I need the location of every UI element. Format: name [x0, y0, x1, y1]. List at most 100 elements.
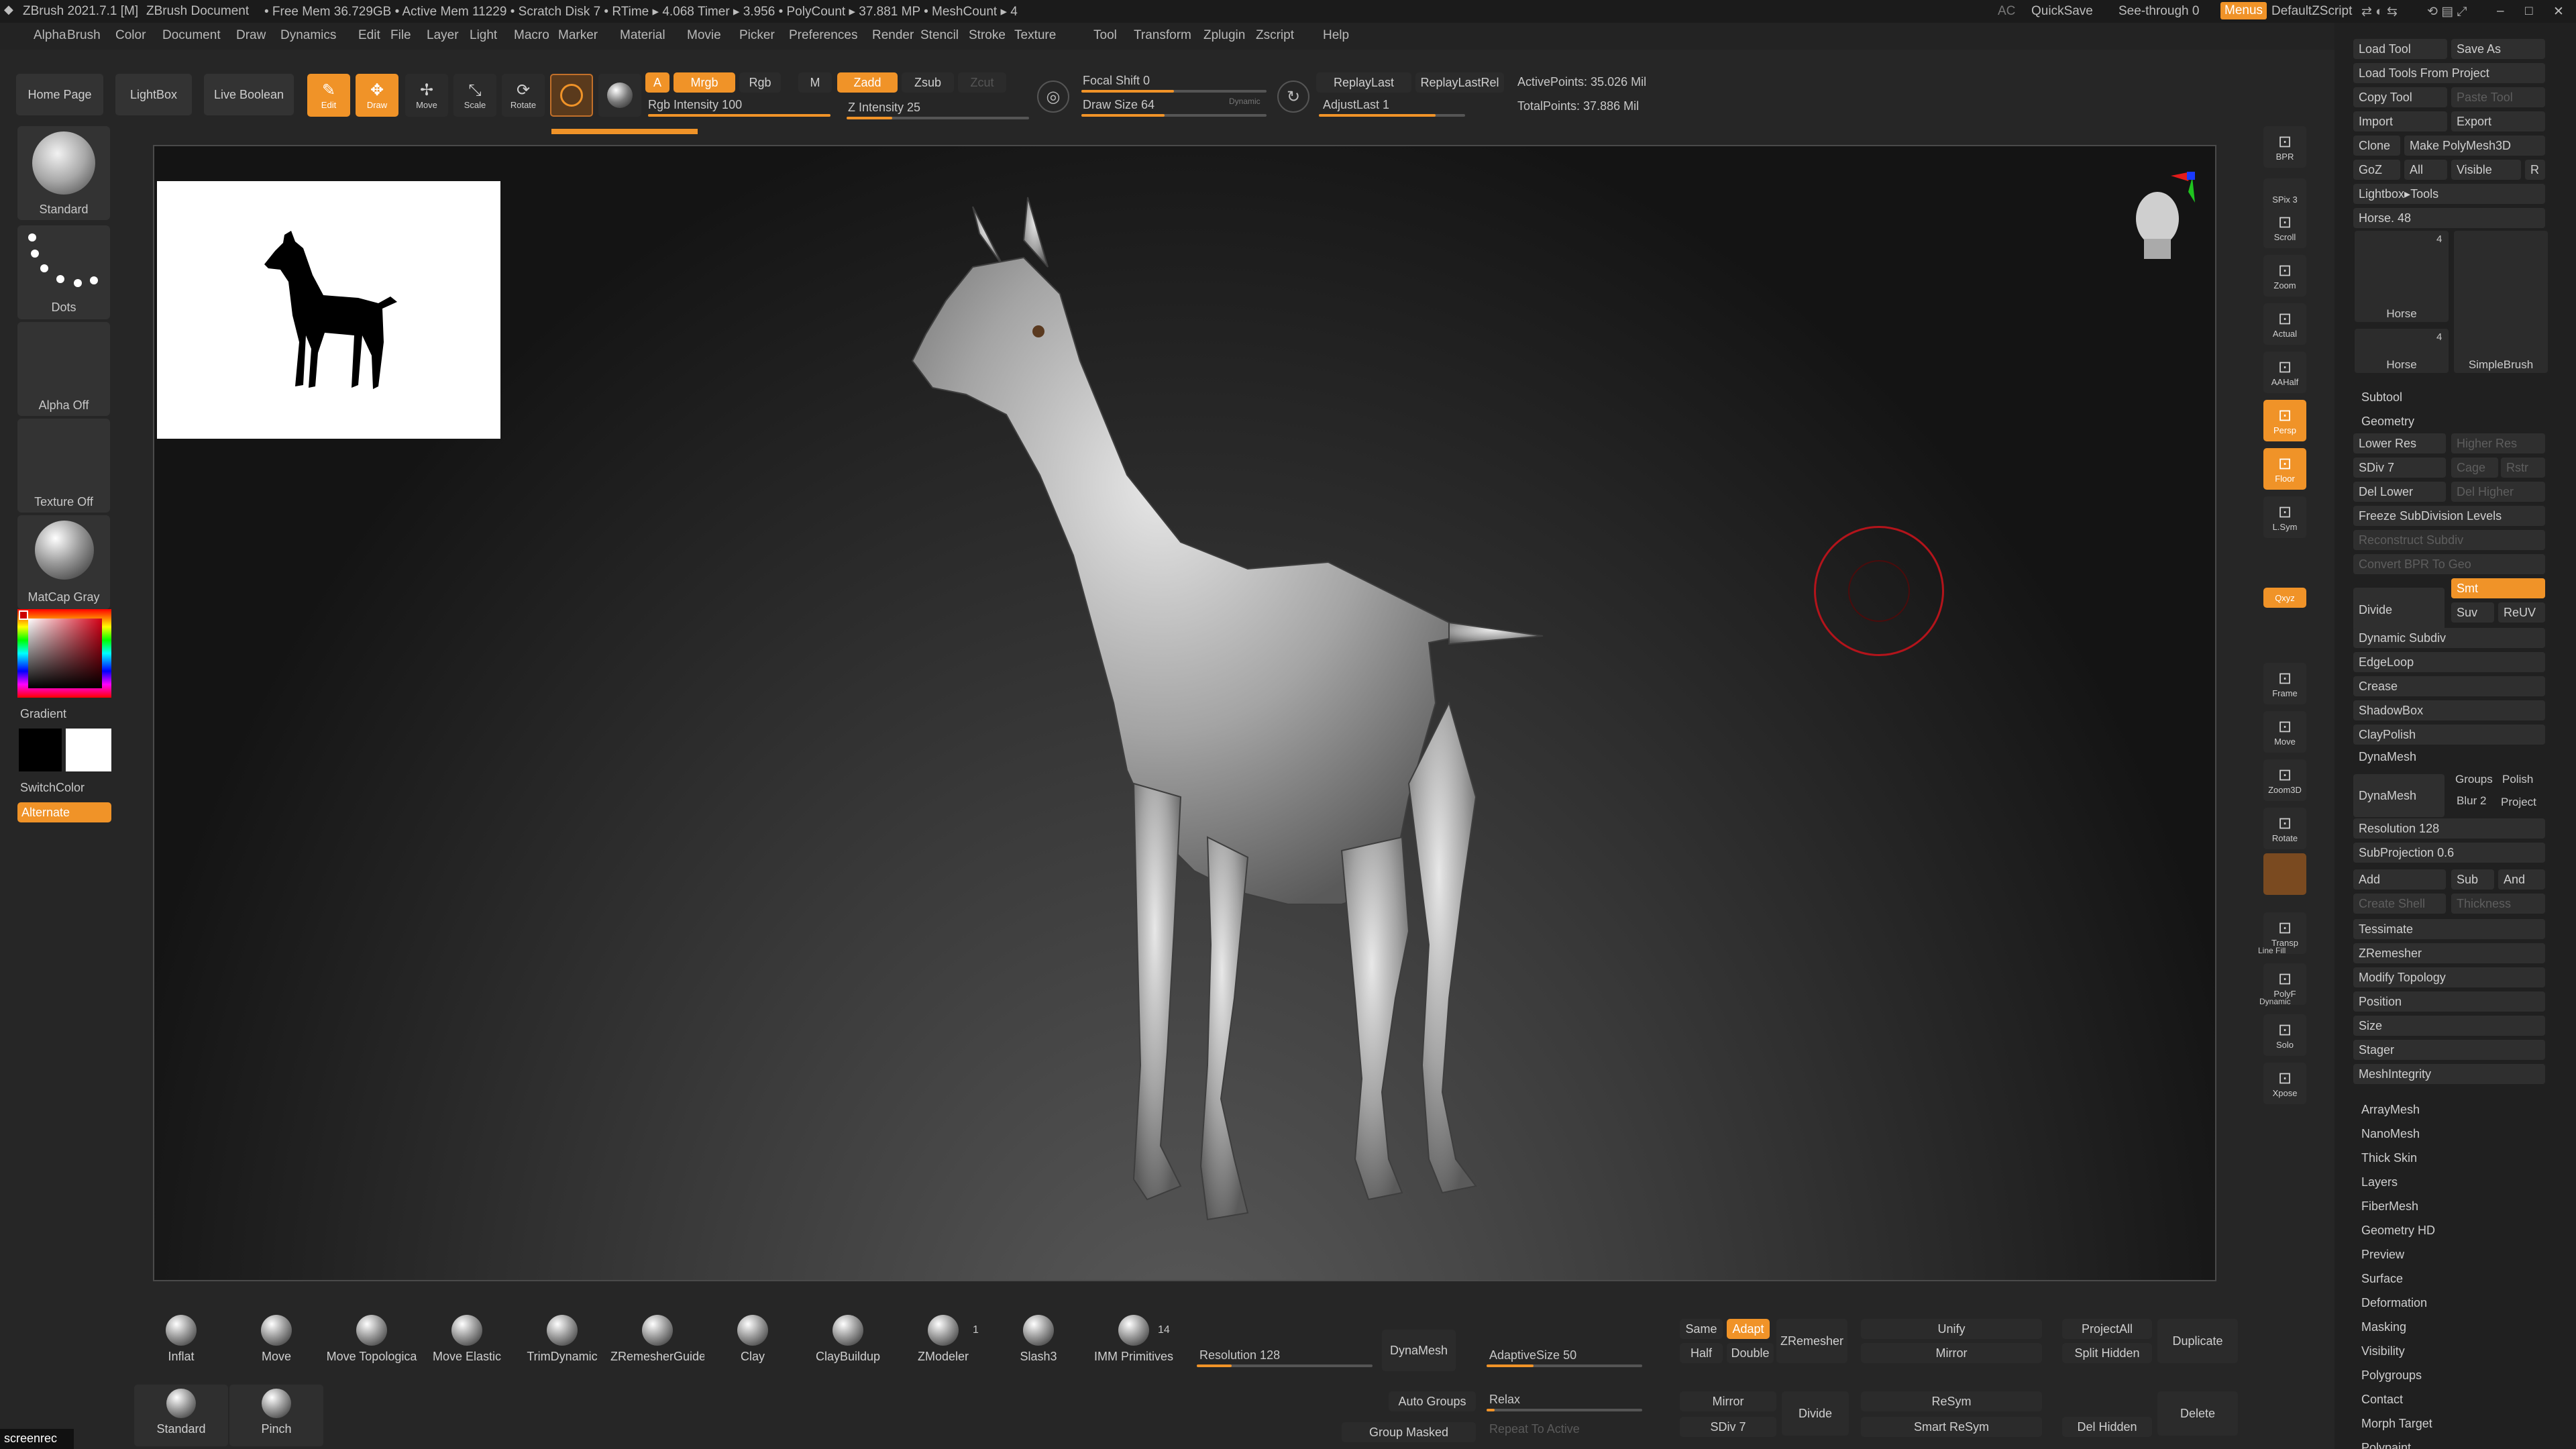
- subpalette-polygroups[interactable]: Polygroups: [2361, 1368, 2422, 1383]
- secondary-color-swatch[interactable]: [19, 729, 62, 771]
- adjust-last-track[interactable]: [1319, 114, 1465, 117]
- zoom-button[interactable]: ⊡ Zoom: [2263, 255, 2306, 297]
- all-button[interactable]: All: [2404, 160, 2447, 180]
- copy-tool-button[interactable]: Copy Tool: [2353, 87, 2447, 107]
- rotate-mode-button[interactable]: ⟳ Rotate: [502, 74, 545, 117]
- dynamesh-button[interactable]: DynaMesh: [1382, 1330, 1456, 1371]
- mirror-button[interactable]: Mirror: [1861, 1343, 2042, 1363]
- divide-button[interactable]: Divide: [2353, 588, 2445, 632]
- lsym-button[interactable]: ⊡ L.Sym: [2263, 496, 2306, 538]
- menu-material[interactable]: Material: [620, 28, 665, 43]
- add-button[interactable]: Add: [2353, 869, 2446, 890]
- relax-track[interactable]: [1487, 1409, 1642, 1411]
- mirror-2-button[interactable]: Mirror: [1680, 1391, 1776, 1411]
- texture-selector[interactable]: Texture Off: [17, 419, 110, 513]
- dynamesh-button[interactable]: DynaMesh: [2353, 774, 2445, 817]
- brush-selector[interactable]: Standard: [17, 126, 110, 220]
- focal-shift-slider[interactable]: Focal Shift 0: [1083, 74, 1150, 88]
- focal-shift-track[interactable]: [1081, 90, 1267, 93]
- meshintegrity-button[interactable]: MeshIntegrity: [2353, 1064, 2545, 1084]
- replay-last-rel-button[interactable]: ReplayLastRel: [1415, 72, 1504, 93]
- adaptive-size-slider[interactable]: AdaptiveSize 50: [1489, 1348, 1576, 1362]
- floor-button[interactable]: ⊡ Floor: [2263, 448, 2306, 490]
- delete-button[interactable]: Delete: [2157, 1391, 2238, 1436]
- horse-3d-model[interactable]: [872, 193, 1677, 1267]
- adaptive-size-track[interactable]: [1487, 1364, 1642, 1367]
- unify-button[interactable]: Unify: [1861, 1319, 2042, 1339]
- menu-marker[interactable]: Marker: [558, 28, 598, 43]
- replay-icon[interactable]: ↻: [1277, 80, 1309, 113]
- solo-button[interactable]: ⊡ Solo: [2263, 1014, 2306, 1056]
- visible-button[interactable]: Visible: [2451, 160, 2521, 180]
- menu-render[interactable]: Render: [872, 28, 914, 43]
- brush-standard[interactable]: Standard: [134, 1385, 228, 1446]
- zoom3d-button[interactable]: ⊡ Zoom3D: [2263, 759, 2306, 801]
- lightbox-tools-button[interactable]: Lightbox▸Tools: [2353, 184, 2545, 204]
- menu-zscript[interactable]: Zscript: [1256, 28, 1294, 43]
- position-button[interactable]: Position: [2353, 991, 2545, 1012]
- alpha-selector[interactable]: Alpha Off: [17, 322, 110, 416]
- scale-mode-button[interactable]: ⤡ Scale: [453, 74, 496, 117]
- zremesher-button[interactable]: ZRemesher: [1776, 1319, 1847, 1363]
- project-button[interactable]: Project: [2501, 796, 2536, 809]
- menu-help[interactable]: Help: [1323, 28, 1349, 43]
- horse-tool-thumb[interactable]: Horse: [2355, 231, 2449, 322]
- stroke-selector[interactable]: Dots: [17, 225, 110, 319]
- subpalette-visibility[interactable]: Visibility: [2361, 1344, 2405, 1358]
- menu-edit[interactable]: Edit: [358, 28, 380, 43]
- load-tools-from-project-button[interactable]: Load Tools From Project: [2353, 63, 2545, 83]
- adjust-last-slider[interactable]: AdjustLast 1: [1323, 98, 1389, 112]
- crease-button[interactable]: Crease: [2353, 676, 2545, 696]
- window-controls-icon[interactable]: ⟲ ▤ ⤢: [2427, 4, 2467, 19]
- paste-tool-button[interactable]: Paste Tool: [2451, 87, 2545, 107]
- menu-dynamics[interactable]: Dynamics: [280, 28, 336, 43]
- maximize-icon[interactable]: □: [2525, 4, 2532, 19]
- edit-mode-button[interactable]: ✎ Edit: [307, 74, 350, 117]
- lightbox-button[interactable]: LightBox: [115, 74, 192, 115]
- cage-button[interactable]: Cage: [2451, 458, 2498, 478]
- subtool-header[interactable]: Subtool: [2361, 390, 2402, 405]
- rgb-intensity-slider[interactable]: Rgb Intensity 100: [648, 98, 742, 112]
- freeze-subdivision-button[interactable]: Freeze SubDivision Levels: [2353, 506, 2545, 526]
- focal-shift-icon[interactable]: ◎: [1037, 80, 1069, 113]
- subpalette-nanomesh[interactable]: NanoMesh: [2361, 1127, 2420, 1141]
- minimize-icon[interactable]: –: [2497, 4, 2504, 19]
- resolution-track[interactable]: [1197, 1364, 1373, 1367]
- menu-stroke[interactable]: Stroke: [969, 28, 1006, 43]
- home-page-button[interactable]: Home Page: [16, 74, 103, 115]
- default-zscript[interactable]: DefaultZScript: [2271, 4, 2352, 19]
- reconstruct-subdiv-button[interactable]: Reconstruct Subdiv: [2353, 530, 2545, 550]
- menu-document[interactable]: Document: [162, 28, 221, 43]
- scroll-button[interactable]: ⊡ Scroll: [2263, 207, 2306, 248]
- view-navigator-head-icon[interactable]: [2128, 172, 2195, 259]
- brush-zremesherguide[interactable]: ZRemesherGuide: [610, 1315, 704, 1379]
- adapt-button[interactable]: Adapt: [1727, 1319, 1770, 1339]
- switch-color-button[interactable]: SwitchColor: [20, 781, 85, 795]
- brush-move-elastic[interactable]: Move Elastic: [420, 1315, 514, 1379]
- clone-button[interactable]: Clone: [2353, 136, 2400, 156]
- group-masked-button[interactable]: Group Masked: [1342, 1422, 1476, 1442]
- z-intensity-slider[interactable]: Z Intensity 25: [848, 101, 920, 115]
- subpalette-preview[interactable]: Preview: [2361, 1248, 2404, 1262]
- xyz-button[interactable]: Qxyz: [2263, 588, 2306, 608]
- bpr-button[interactable]: ⊡ BPR: [2263, 126, 2306, 168]
- material-sphere-button[interactable]: [598, 74, 641, 117]
- menu-brush[interactable]: Brush: [67, 28, 101, 43]
- sculpt-material-button[interactable]: [2263, 853, 2306, 895]
- modify-topology-button[interactable]: Modify Topology: [2353, 967, 2545, 987]
- menu-macro[interactable]: Macro: [514, 28, 549, 43]
- frame-button[interactable]: ⊡ Frame: [2263, 663, 2306, 704]
- double-button[interactable]: Double: [1727, 1343, 1774, 1363]
- sub-button[interactable]: Sub: [2451, 869, 2494, 890]
- zsub-button[interactable]: Zsub: [902, 72, 954, 93]
- zadd-button[interactable]: Zadd: [837, 72, 898, 93]
- divide-button[interactable]: Divide: [1782, 1391, 1849, 1436]
- menu-file[interactable]: File: [390, 28, 411, 43]
- subpalette-fibermesh[interactable]: FiberMesh: [2361, 1199, 2418, 1214]
- duplicate-button[interactable]: Duplicate: [2157, 1319, 2238, 1363]
- reuv-button[interactable]: ReUV: [2498, 602, 2545, 623]
- smt-button[interactable]: Smt: [2451, 578, 2545, 598]
- subpalette-arraymesh[interactable]: ArrayMesh: [2361, 1103, 2420, 1117]
- del-lower-button[interactable]: Del Lower: [2353, 482, 2446, 502]
- goz-button[interactable]: GoZ: [2353, 160, 2400, 180]
